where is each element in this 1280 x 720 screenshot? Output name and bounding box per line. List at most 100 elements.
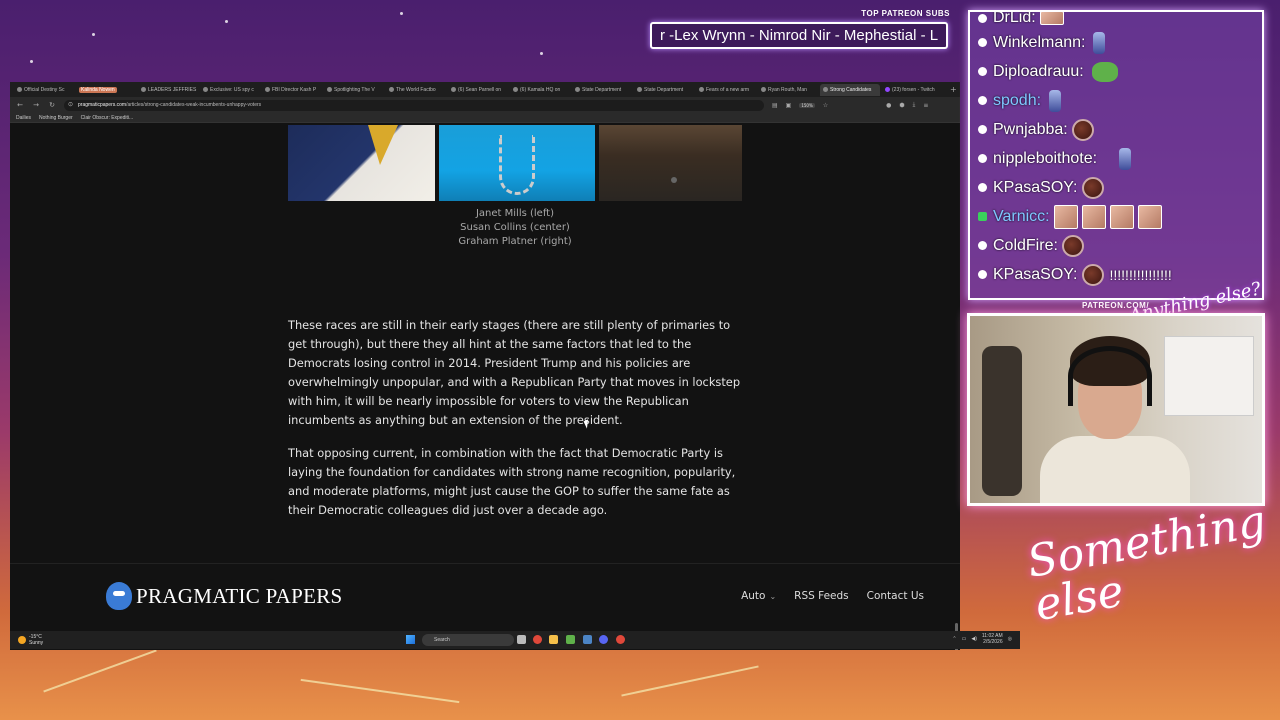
caption-line: Graham Platner (right) xyxy=(458,236,572,247)
article-paragraph: These races are still in their early sta… xyxy=(288,318,741,427)
app-icon[interactable] xyxy=(566,635,575,644)
tab[interactable]: State Department xyxy=(634,84,694,96)
forward-icon[interactable]: → xyxy=(32,101,40,109)
chat-username: DrLid: xyxy=(993,10,1036,26)
favicon-icon xyxy=(327,87,332,92)
chat-username: Varnicc: xyxy=(993,207,1050,225)
chat-message: Pwnjabba: xyxy=(978,115,1254,144)
tab[interactable]: LEADERS JEFFRIES xyxy=(138,84,198,96)
favicon-icon xyxy=(637,87,642,92)
legs-emote-icon xyxy=(1119,147,1132,170)
reload-icon[interactable]: ↻ xyxy=(48,101,56,109)
windows-start-icon[interactable] xyxy=(406,635,415,644)
extensions-icon[interactable]: ⬢ xyxy=(899,102,904,109)
tab[interactable]: The World Factbo xyxy=(386,84,446,96)
crack-decoration xyxy=(300,678,460,704)
rss-feeds-link[interactable]: RSS Feeds xyxy=(794,590,848,602)
favicon-icon xyxy=(17,87,22,92)
tab[interactable]: Official Destiny Sc xyxy=(14,84,74,96)
chat-bullet-icon xyxy=(978,67,987,76)
chat-bullet-icon xyxy=(978,96,987,105)
zoom-level[interactable]: 150% xyxy=(799,102,815,108)
chat-message: DrLid: xyxy=(978,10,1254,28)
favicon-icon xyxy=(761,87,766,92)
tab[interactable]: (6) Kamala HQ on xyxy=(510,84,570,96)
tab[interactable]: State Department xyxy=(572,84,632,96)
menu-icon[interactable]: ≡ xyxy=(923,102,928,109)
screenshot-icon[interactable]: ▣ xyxy=(786,102,792,109)
sun-icon xyxy=(18,636,26,644)
reader-icon[interactable]: ▤ xyxy=(772,102,778,109)
site-info-icon[interactable]: ⊙ xyxy=(68,100,73,111)
chat-bullet-icon xyxy=(978,13,987,23)
webcam-feed xyxy=(967,313,1265,506)
address-bar[interactable]: ⊙ pragmaticpapers.com/articles/strong-ca… xyxy=(64,99,764,111)
tab-bar: Official Destiny Sc Kalinda Nowen LEADER… xyxy=(10,82,960,97)
bookmark-clair-obscur[interactable]: Clair Obscur: Expediti... xyxy=(81,115,134,121)
task-view-icon[interactable] xyxy=(517,635,526,644)
article-body: These races are still in their early sta… xyxy=(288,316,748,534)
bookmark-dailies[interactable]: Dailies xyxy=(16,115,31,121)
tab[interactable]: Kalinda Nowen xyxy=(76,84,136,96)
steam-icon[interactable] xyxy=(583,635,592,644)
taskbar-search[interactable]: Search xyxy=(422,634,514,646)
blunt-emote-icon xyxy=(1061,234,1084,257)
necklace-decoration xyxy=(499,135,535,195)
weather-widget[interactable]: -15°C Sunny xyxy=(18,634,43,646)
tab[interactable]: (6) Sean Parnell on xyxy=(448,84,508,96)
discord-icon[interactable] xyxy=(599,635,608,644)
chat-message: ColdFire: xyxy=(978,231,1254,260)
favicon-icon xyxy=(823,87,828,92)
crack-decoration xyxy=(43,649,157,693)
file-explorer-icon[interactable] xyxy=(549,635,558,644)
chat-username: ColdFire: xyxy=(993,236,1058,254)
something-else-logo: Something else xyxy=(1023,495,1270,632)
weather-desc: Sunny xyxy=(29,640,44,646)
chat-bullet-icon xyxy=(978,38,987,47)
network-icon[interactable]: ▭ xyxy=(962,636,967,642)
address-row: ← → ↻ ⊙ pragmaticpapers.com/articles/str… xyxy=(10,97,960,113)
face-emote-icon xyxy=(1053,204,1078,229)
tab[interactable]: FBI Director Kash P xyxy=(262,84,322,96)
tab[interactable]: Spotlighting The V xyxy=(324,84,384,96)
site-footer: PRAGMATIC PAPERS Auto ⌄ RSS Feeds Contact… xyxy=(10,563,960,633)
star-decoration xyxy=(540,52,543,55)
chat-username: nippleboithote: xyxy=(993,149,1098,167)
chevron-up-icon[interactable]: ⌃ xyxy=(952,636,956,642)
chat-username: Diploadrauu: xyxy=(993,62,1084,80)
chat-message: Varnicc: xyxy=(978,202,1254,231)
logo-mascot-icon xyxy=(106,582,132,610)
browser-window: Official Destiny Sc Kalinda Nowen LEADER… xyxy=(10,82,960,650)
tab[interactable]: Fears of a new arm xyxy=(696,84,756,96)
favicon-icon xyxy=(265,87,270,92)
legs-emote-icon xyxy=(1049,89,1062,112)
stream-chat: DrLid: Winkelmann: Diploadrauu: spodh: P… xyxy=(968,10,1264,300)
back-icon[interactable]: ← xyxy=(16,101,24,109)
bookmarks-bar: Dailies Nothing Burger Clair Obscur: Exp… xyxy=(10,113,960,123)
photo-caption: Janet Mills (left) Susan Collins (center… xyxy=(288,207,742,249)
contact-us-link[interactable]: Contact Us xyxy=(867,590,924,602)
downloads-icon[interactable]: ⤓ xyxy=(913,101,916,109)
tab[interactable]: Exclusive: US spy c xyxy=(200,84,260,96)
pepe-emote-icon xyxy=(1091,61,1118,82)
blunt-emote-icon xyxy=(1071,118,1094,141)
chat-message: nippleboithote: xyxy=(978,144,1254,173)
favicon-icon xyxy=(451,87,456,92)
tab-active[interactable]: Strong Candidates xyxy=(820,83,880,96)
chat-message: KPasaSOY: !!!!!!!!!!!!!!!! xyxy=(978,260,1254,289)
notification-icon[interactable]: ◎ xyxy=(1008,636,1012,642)
extension-icon[interactable]: ● xyxy=(886,102,891,109)
footer-nav: Auto ⌄ RSS Feeds Contact Us xyxy=(741,590,924,602)
clock[interactable]: 11:02 AM 2/5/2026 xyxy=(982,633,1003,645)
chrome-icon[interactable] xyxy=(616,635,625,644)
site-logo[interactable]: PRAGMATIC PAPERS xyxy=(106,582,343,610)
tab[interactable]: (23) forsen - Twitch xyxy=(882,84,942,96)
shirt-button-decoration xyxy=(671,177,677,183)
browser-icon[interactable] xyxy=(533,635,542,644)
volume-icon[interactable]: ◀) xyxy=(971,636,977,642)
bookmark-nothing-burger[interactable]: Nothing Burger xyxy=(39,115,73,121)
new-tab-icon[interactable]: + xyxy=(950,85,957,94)
bookmark-star-icon[interactable]: ☆ xyxy=(823,102,828,109)
tab[interactable]: Ryan Routh, Man xyxy=(758,84,818,96)
theme-selector[interactable]: Auto ⌄ xyxy=(741,590,776,602)
